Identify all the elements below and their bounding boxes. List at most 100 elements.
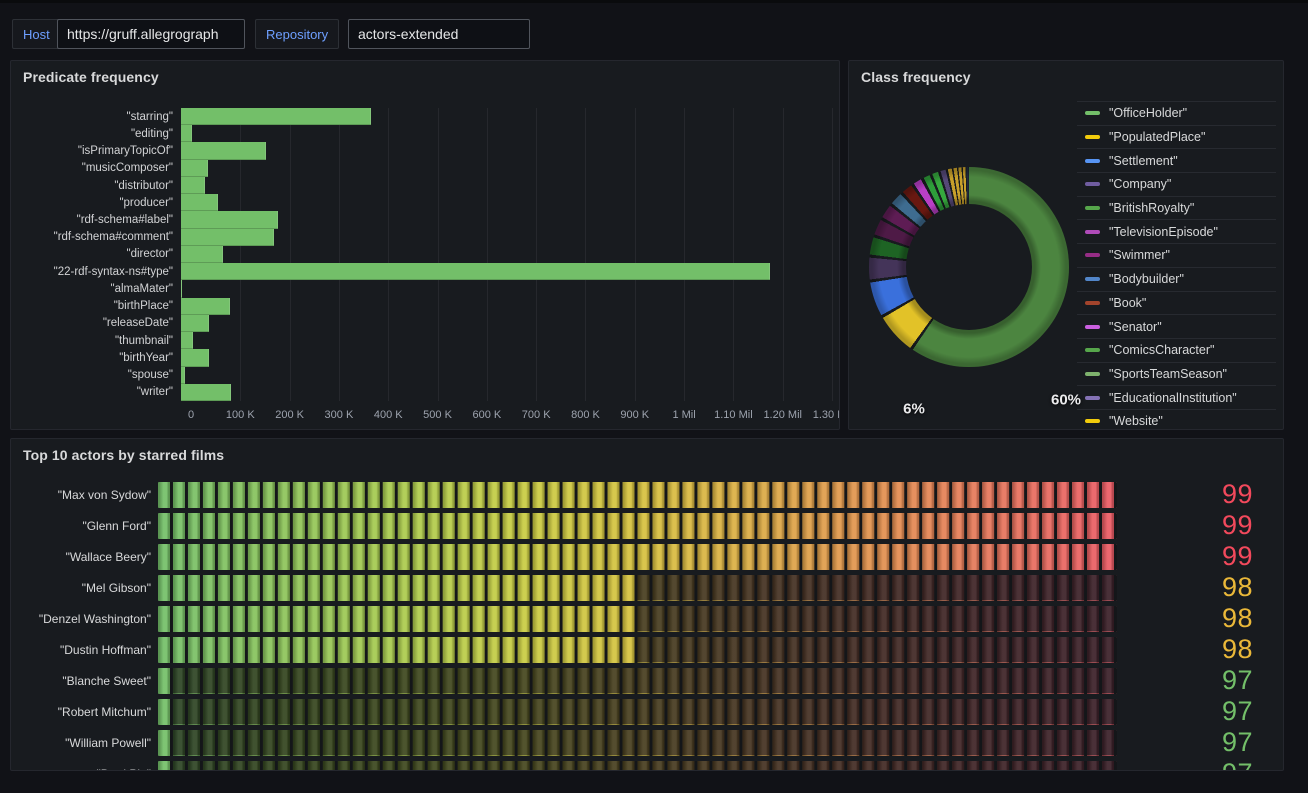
predicate-bar xyxy=(181,332,193,349)
predicate-x-axis: 0100 K200 K300 K400 K500 K600 K700 K800 … xyxy=(191,409,833,427)
predicate-bar xyxy=(181,246,223,263)
legend-swatch xyxy=(1085,348,1100,352)
grafana-dashboard: Host Repository Predicate frequency "sta… xyxy=(0,0,1308,793)
predicate-bar-track xyxy=(181,177,831,194)
predicate-label: "releaseDate" xyxy=(21,315,181,332)
class-frequency-panel: Class frequency 60% 7% 6% "OfficeHolder"… xyxy=(848,60,1284,430)
actor-row: "Wallace Beery"99 xyxy=(23,541,1271,572)
predicate-row: "rdf-schema#label" xyxy=(21,211,831,228)
actors-panel-title[interactable]: Top 10 actors by starred films xyxy=(23,447,224,463)
repository-variable-label: Repository xyxy=(255,19,339,49)
legend-item[interactable]: "ComicsCharacter" xyxy=(1077,338,1276,362)
predicate-row: "producer" xyxy=(21,194,831,211)
predicate-panel-title[interactable]: Predicate frequency xyxy=(23,69,159,85)
predicate-bar-track xyxy=(181,246,831,263)
donut-hole xyxy=(906,204,1032,330)
predicate-bar-track xyxy=(181,349,831,366)
legend-swatch xyxy=(1085,230,1100,234)
predicate-bar xyxy=(181,177,205,194)
legend-item[interactable]: "BritishRoyalty" xyxy=(1077,196,1276,220)
actor-name: "Brad Pitt" xyxy=(23,767,158,772)
predicate-bar-chart: "starring""editing""isPrimaryTopicOf""mu… xyxy=(21,108,831,401)
donut-percentage-label: 7% xyxy=(922,429,944,431)
legend-item[interactable]: "Book" xyxy=(1077,291,1276,315)
predicate-bar xyxy=(181,298,230,315)
gauge-cell-grid xyxy=(158,637,1117,663)
x-axis-tick: 300 K xyxy=(325,409,354,421)
gauge-cell-grid xyxy=(158,482,1117,508)
legend-item[interactable]: "SportsTeamSeason" xyxy=(1077,362,1276,386)
legend-label: "Settlement" xyxy=(1109,154,1178,168)
class-donut-chart: 60% 7% 6% xyxy=(869,167,1069,367)
actor-value: 98 xyxy=(1117,603,1271,634)
x-axis-tick: 1.30 Mil xyxy=(813,409,840,421)
predicate-bar-track xyxy=(181,280,831,297)
gauge-cell-grid xyxy=(158,606,1117,632)
legend-item[interactable]: "Swimmer" xyxy=(1077,243,1276,267)
predicate-row: "editing" xyxy=(21,125,831,142)
predicate-row: "director" xyxy=(21,246,831,263)
legend-swatch xyxy=(1085,135,1100,139)
legend-label: "PopulatedPlace" xyxy=(1109,130,1205,144)
predicate-bar-track xyxy=(181,263,831,280)
predicate-bar xyxy=(181,211,278,228)
predicate-row: "isPrimaryTopicOf" xyxy=(21,142,831,159)
predicate-bar-track xyxy=(181,211,831,228)
predicate-label: "isPrimaryTopicOf" xyxy=(21,142,181,159)
host-variable-input[interactable] xyxy=(57,19,245,49)
gauge-cell-grid xyxy=(158,575,1117,601)
legend-swatch xyxy=(1085,182,1100,186)
actor-gauge-bar xyxy=(158,637,1117,663)
actor-row: "Mel Gibson"98 xyxy=(23,572,1271,603)
actor-name: "Max von Sydow" xyxy=(23,488,158,502)
x-axis-tick: 400 K xyxy=(374,409,403,421)
predicate-bar-track xyxy=(181,194,831,211)
legend-swatch xyxy=(1085,372,1100,376)
predicate-bar xyxy=(181,280,182,297)
actor-name: "Glenn Ford" xyxy=(23,519,158,533)
predicate-row: "starring" xyxy=(21,108,831,125)
legend-item[interactable]: "PopulatedPlace" xyxy=(1077,125,1276,149)
predicate-bar xyxy=(181,315,209,332)
legend-item[interactable]: "EducationalInstitution" xyxy=(1077,385,1276,409)
legend-swatch xyxy=(1085,396,1100,400)
legend-item[interactable]: "Company" xyxy=(1077,172,1276,196)
x-axis-tick: 900 K xyxy=(620,409,649,421)
legend-swatch xyxy=(1085,277,1100,281)
predicate-bar-track xyxy=(181,142,831,159)
actor-name: "William Powell" xyxy=(23,736,158,750)
repository-variable-input[interactable] xyxy=(348,19,530,49)
predicate-bar xyxy=(181,160,208,177)
predicate-bar xyxy=(181,142,266,159)
legend-swatch xyxy=(1085,253,1100,257)
x-axis-tick: 800 K xyxy=(571,409,600,421)
predicate-row: "almaMater" xyxy=(21,280,831,297)
legend-item[interactable]: "Senator" xyxy=(1077,314,1276,338)
legend-item[interactable]: "OfficeHolder" xyxy=(1077,101,1276,125)
legend-label: "OfficeHolder" xyxy=(1109,106,1187,120)
legend-item[interactable]: "Website" xyxy=(1077,409,1276,429)
host-variable-label: Host xyxy=(12,19,61,49)
class-panel-title[interactable]: Class frequency xyxy=(861,69,971,85)
x-axis-tick: 500 K xyxy=(423,409,452,421)
predicate-frequency-panel: Predicate frequency "starring""editing""… xyxy=(10,60,840,430)
legend-label: "Company" xyxy=(1109,177,1171,191)
actor-value: 99 xyxy=(1117,510,1271,541)
actor-gauge-bar xyxy=(158,730,1117,756)
legend-item[interactable]: "Bodybuilder" xyxy=(1077,267,1276,291)
x-axis-tick: 700 K xyxy=(522,409,551,421)
actor-value: 97 xyxy=(1117,696,1271,727)
legend-item[interactable]: "TelevisionEpisode" xyxy=(1077,219,1276,243)
predicate-label: "rdf-schema#comment" xyxy=(21,229,181,246)
actor-value: 97 xyxy=(1117,758,1271,771)
actor-gauge-bar xyxy=(158,575,1117,601)
predicate-bar xyxy=(181,349,209,366)
legend-item[interactable]: "Settlement" xyxy=(1077,148,1276,172)
predicate-bar xyxy=(181,108,371,125)
predicate-label: "producer" xyxy=(21,194,181,211)
legend-swatch xyxy=(1085,325,1100,329)
predicate-bar-track xyxy=(181,332,831,349)
actor-value: 99 xyxy=(1117,479,1271,510)
x-axis-tick: 600 K xyxy=(472,409,501,421)
predicate-bar xyxy=(181,229,274,246)
